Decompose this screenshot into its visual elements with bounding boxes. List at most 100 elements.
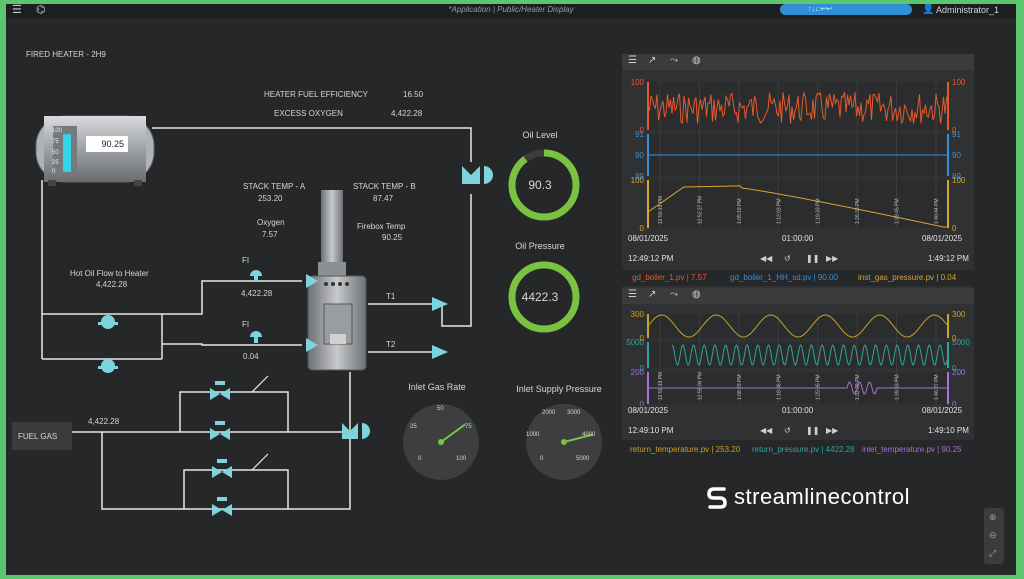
- tick-label: 90: [952, 151, 961, 160]
- trend-toolbar: ☰ ↗ ⤳ ◍: [622, 288, 974, 304]
- legend-item[interactable]: return_temperature.pv | 253.20: [630, 445, 740, 454]
- hmi-screen: ☰ ⌬ *Application | Public/Heater Display…: [6, 4, 1016, 575]
- stack-a-value: 253.20: [258, 194, 283, 203]
- display-title: FIRED HEATER - 2H9: [26, 50, 106, 59]
- time-label: 1:18:36 PM: [776, 374, 782, 400]
- zoom-in-icon[interactable]: ⊕: [989, 512, 997, 523]
- tick-label: 300: [631, 310, 645, 319]
- trend-chart-1[interactable]: 100 1000 091 9190 9089 89100 1000 012:50:19 PM 1…: [622, 72, 974, 232]
- inlet-supply-pressure-label: Inlet Supply Pressure: [516, 384, 602, 394]
- control-valve-icon[interactable]: [342, 423, 370, 439]
- zoom-out-icon[interactable]: ⊖: [989, 530, 997, 541]
- time-label: 1:40:44 PM: [934, 198, 940, 224]
- trend-chart-2[interactable]: 300 3000 05000 50000 0200 2000 012:50:19 PM 12:…: [622, 306, 974, 406]
- chart-lane: [648, 314, 948, 338]
- stack-b-label: STACK TEMP - B: [353, 182, 416, 191]
- pause-button[interactable]: ❚❚: [806, 254, 819, 263]
- oil-level-label: Oil Level: [522, 130, 558, 140]
- time-label: 1:46:27 PM: [934, 374, 940, 400]
- firebox-value: 90.25: [382, 233, 403, 242]
- control-valve-icon[interactable]: [462, 166, 493, 184]
- fuel-eff-label: HEATER FUEL EFFICIENCY: [264, 90, 369, 99]
- flow-indicator-icon: [250, 270, 262, 276]
- trend-toolbar: ☰ ↗ ⤳ ◍: [622, 54, 974, 70]
- time-label: 1:12:03 PM: [776, 198, 782, 224]
- inlet-gas-rate-gauge: [403, 404, 479, 480]
- stack-a-label: STACK TEMP - A: [243, 182, 306, 191]
- time-label: 1:05:19 PM: [737, 198, 743, 224]
- mouse-icon[interactable]: ◍: [692, 55, 701, 66]
- mouse-icon[interactable]: ◍: [692, 289, 701, 300]
- tick-label: 200: [631, 368, 645, 377]
- trend-legend-1: gd_boiler_1.pv | 7.57 gd_boiler_1_HH_sd.…: [622, 270, 974, 286]
- time-label: 1:32:29 PM: [855, 374, 861, 400]
- stack-b-value: 87.47: [373, 194, 394, 203]
- trend-add-icon[interactable]: ↗: [648, 289, 656, 300]
- oxygen-value: 7.57: [262, 230, 278, 239]
- forward-button[interactable]: ▶▶: [826, 426, 838, 435]
- trend-add-icon[interactable]: ↗: [648, 55, 656, 66]
- excess-o2-value: 4,422.28: [391, 109, 423, 118]
- time-label: 12:50:19 PM: [658, 372, 664, 400]
- fi1-value: 4,422.28: [241, 289, 273, 298]
- fi1-label: FI: [242, 256, 250, 265]
- inlet-supply-pressure-gauge: [526, 404, 602, 480]
- t1-label: T1: [386, 292, 396, 301]
- time-label: 1:39:43 PM: [895, 374, 901, 400]
- tick-label: 91: [635, 130, 644, 139]
- trend-remove-icon[interactable]: ⤳: [670, 289, 678, 300]
- tick-label: 91: [952, 130, 961, 139]
- tick-label: 0: [640, 224, 645, 232]
- flow-arrow-icon: [432, 297, 448, 311]
- menu-icon[interactable]: ☰: [628, 55, 637, 66]
- time-label: 12:52:27 PM: [697, 196, 703, 224]
- gate-valve-icon[interactable]: [212, 497, 232, 516]
- legend-item[interactable]: inlet_temperature.pv | 90.25: [862, 445, 961, 454]
- legend-item[interactable]: gd_boiler_1_HH_sd.pv | 90.00: [730, 273, 838, 282]
- gate-valve-icon[interactable]: [210, 421, 230, 440]
- user-name[interactable]: Administrator_1: [936, 5, 999, 15]
- rewind-button[interactable]: ◀◀: [760, 254, 772, 263]
- firebox-label: Firebox Temp: [357, 222, 406, 231]
- fuel-gas-label: FUEL GAS: [18, 432, 58, 441]
- time-label: 1:25:05 PM: [816, 374, 822, 400]
- oil-level-value: 90.3: [528, 178, 552, 192]
- fit-icon[interactable]: ⤢: [989, 548, 996, 559]
- trend-panel-2: ☰ ↗ ⤳ ◍ 300 300 0 0 5000 5000 0 0 200 200 0 0 12:50:…: [622, 288, 974, 440]
- tick-label: 200: [952, 368, 966, 377]
- menu-icon[interactable]: ☰: [628, 289, 637, 300]
- trend-panel-1: ☰ ↗ ⤳ ◍ 100 100 0 0 91 91 90 90 89 89 100 100 0 0 12:5…: [622, 54, 974, 290]
- legend-item[interactable]: inst_gas_pressure.pv | 0.04: [858, 273, 956, 282]
- pause-button[interactable]: ❚❚: [806, 426, 819, 435]
- oil-pressure-label: Oil Pressure: [515, 241, 565, 251]
- reset-button[interactable]: ↺: [784, 254, 791, 263]
- rewind-button[interactable]: ◀◀: [760, 426, 772, 435]
- forward-button[interactable]: ▶▶: [826, 254, 838, 263]
- hot-oil-label: Hot Oil Flow to Heater: [70, 269, 149, 278]
- blue-tab[interactable]: ↑↓↓:↩↩: [780, 4, 912, 15]
- flow-indicator-icon: [250, 331, 262, 337]
- oil-pressure-value: 4422.3: [521, 290, 559, 304]
- hot-oil-value: 4,422.28: [96, 280, 128, 289]
- time-label: 1:33:45 PM: [895, 198, 901, 224]
- trend-legend-2: return_temperature.pv | 253.20 return_pr…: [622, 442, 974, 458]
- fi2-value: 0.04: [243, 352, 259, 361]
- flow-arrow-icon: [432, 345, 448, 359]
- brand-logo: streamlinecontrol: [706, 484, 910, 511]
- excess-o2-label: EXCESS OXYGEN: [274, 109, 343, 118]
- legend-item[interactable]: gd_boiler_1.pv | 7.57: [632, 273, 707, 282]
- legend-item[interactable]: return_pressure.pv | 4422.28: [752, 445, 855, 454]
- time-label: 12:59:00 PM: [697, 372, 703, 400]
- fuel-gas-value: 4,422.28: [88, 417, 120, 426]
- user-icon[interactable]: 👤: [922, 4, 934, 15]
- gate-valve-icon[interactable]: [212, 459, 232, 478]
- fi2-label: FI: [242, 320, 250, 329]
- gate-valve-icon[interactable]: [210, 381, 230, 400]
- reset-button[interactable]: ↺: [784, 426, 791, 435]
- chart-lane: [648, 82, 948, 130]
- oxygen-label: Oxygen: [257, 218, 285, 227]
- t2-label: T2: [386, 340, 396, 349]
- trend-remove-icon[interactable]: ⤳: [670, 55, 678, 66]
- zoom-controls: ⊕ ⊖ ⤢: [984, 508, 1004, 564]
- tick-label: 5000: [626, 338, 644, 347]
